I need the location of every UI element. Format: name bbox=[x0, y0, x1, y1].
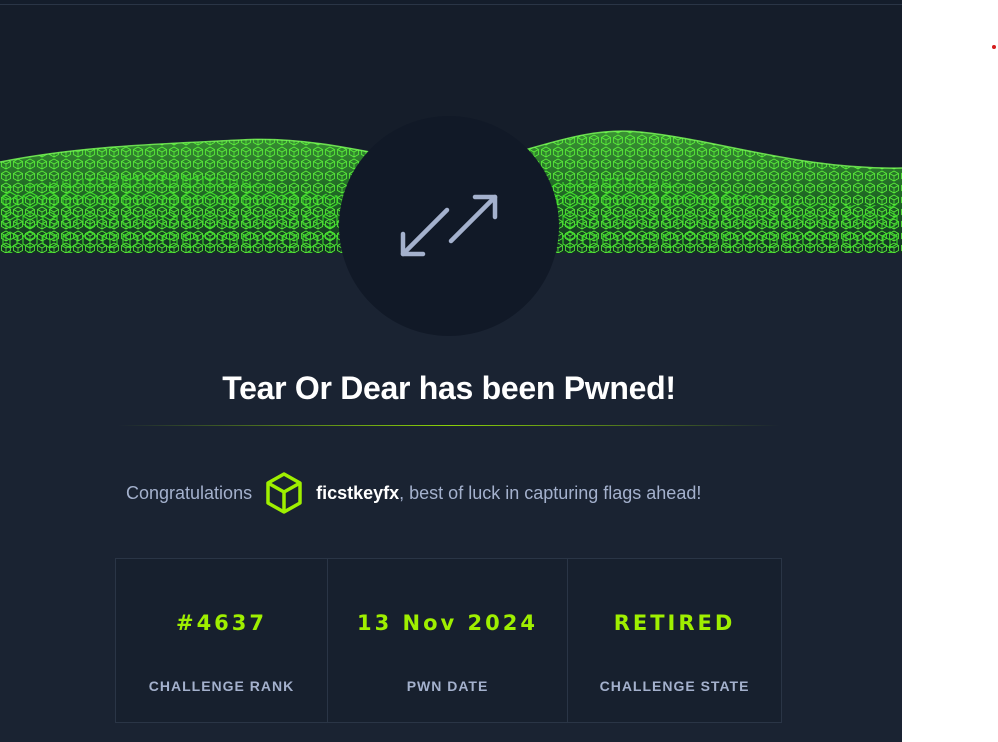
pwned-modal: Tear Or Dear has been Pwned! Congratulat… bbox=[0, 0, 902, 742]
congrats-suffix: , best of luck in capturing flags ahead! bbox=[399, 482, 702, 503]
cube-icon bbox=[266, 472, 302, 514]
congrats-prefix: Congratulations bbox=[126, 482, 253, 503]
stat-challenge-state: RETIRED CHALLENGE STATE bbox=[568, 559, 781, 722]
diagonal-arrows-icon bbox=[400, 194, 498, 257]
challenge-icon-circle bbox=[339, 116, 559, 336]
stats-table: #4637 CHALLENGE RANK 13 Nov 2024 PWN DAT… bbox=[115, 558, 782, 723]
stat-value: RETIRED bbox=[613, 611, 736, 635]
stat-label: CHALLENGE STATE bbox=[599, 678, 750, 694]
stat-challenge-rank: #4637 CHALLENGE RANK bbox=[116, 559, 328, 722]
username-link[interactable]: ficstkeyfx bbox=[316, 483, 399, 504]
stat-pwn-date: 13 Nov 2024 PWN DATE bbox=[328, 559, 568, 722]
pwned-title: Tear Or Dear has been Pwned! bbox=[222, 370, 676, 406]
stat-value: 13 Nov 2024 bbox=[357, 611, 538, 635]
stat-value: #4637 bbox=[175, 611, 268, 635]
indicator-dot bbox=[992, 45, 996, 49]
stat-label: PWN DATE bbox=[406, 678, 489, 694]
title-divider bbox=[118, 425, 780, 426]
stat-label: CHALLENGE RANK bbox=[148, 678, 295, 694]
congrats-message: Congratulations ficstkeyfx , best of luc… bbox=[126, 470, 701, 516]
